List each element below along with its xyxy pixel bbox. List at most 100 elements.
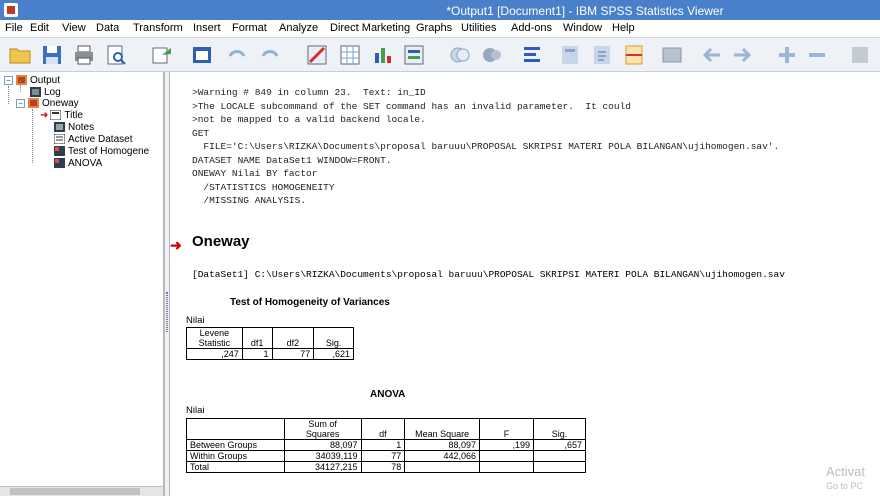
insert-heading-icon[interactable] [520, 43, 544, 67]
menu-edit[interactable]: Edit [30, 22, 49, 34]
select-cases-icon[interactable] [402, 43, 426, 67]
goto-case-icon[interactable] [338, 43, 362, 67]
nav-label-active-dataset: Active Dataset [68, 133, 133, 145]
table-cell: 88,097 [283, 439, 362, 451]
hide-icon[interactable] [480, 43, 504, 67]
current-item-arrow-icon: ➜ [170, 237, 182, 253]
table-cell: 77 [271, 348, 315, 360]
forward-icon[interactable] [730, 43, 754, 67]
show-icon[interactable] [848, 43, 872, 67]
nav-label-output: Output [30, 74, 61, 86]
scrollbar-thumb[interactable] [10, 488, 140, 495]
menu-file[interactable]: File [5, 22, 23, 34]
menu-help[interactable]: Help [612, 22, 635, 34]
log-line: DATASET NAME DataSet1 WINDOW=FRONT. [192, 154, 392, 166]
table-cell: 1 [360, 439, 406, 451]
nav-label-notes: Notes [68, 121, 95, 133]
log-line: GET [192, 127, 210, 139]
recall-dialog-icon[interactable] [190, 43, 214, 67]
insert-page-break-icon[interactable] [622, 43, 646, 67]
section-heading[interactable]: Oneway [192, 233, 250, 250]
export-icon[interactable] [150, 43, 174, 67]
column-header: Sum of Squares [283, 418, 362, 440]
column-header: Sig. [313, 327, 354, 349]
table-cell: 77 [360, 450, 406, 462]
homogeneity-table-title: Test of Homogeneity of Variances [230, 297, 390, 308]
menu-add-ons[interactable]: Add-ons [511, 22, 552, 34]
menu-insert[interactable]: Insert [193, 22, 221, 34]
output-content-pane: >Warning # 849 in column 23. Text: in_ID… [170, 72, 880, 496]
table-cell: ,657 [533, 439, 586, 451]
menu-direct-marketing[interactable]: Direct Marketing [330, 22, 410, 34]
save-icon[interactable] [40, 43, 64, 67]
menu-bar: File Edit View Data Transform Insert For… [0, 20, 880, 38]
table-cell [533, 461, 586, 473]
log-line: >Warning # 849 in column 23. Text: in_ID [192, 87, 426, 98]
menu-graphs[interactable]: Graphs [416, 22, 452, 34]
table-cell [404, 461, 481, 473]
menu-utilities[interactable]: Utilities [461, 22, 496, 34]
nav-item-test-of-homogeneity[interactable]: Test of Homogene [54, 145, 149, 157]
table-cell: ,621 [313, 348, 354, 360]
toolbar [0, 38, 880, 72]
oneway-collapse-toggle[interactable]: − [16, 99, 25, 108]
table-row: ,247 1 77 ,621 [186, 348, 354, 360]
nav-item-output[interactable]: Output [16, 74, 60, 86]
open-folder-icon[interactable] [8, 43, 32, 67]
nav-label-log: Log [44, 86, 61, 98]
nav-item-anova[interactable]: ANOVA [54, 157, 102, 169]
column-header: df1 [241, 327, 273, 349]
menu-view[interactable]: View [62, 22, 86, 34]
menu-data[interactable]: Data [96, 22, 119, 34]
anova-table-title: ANOVA [370, 389, 406, 400]
row-label: Within Groups [186, 450, 285, 462]
column-header: df2 [271, 327, 315, 349]
output-collapse-toggle[interactable]: − [4, 76, 13, 85]
table-cell: 78 [360, 461, 406, 473]
back-icon[interactable] [700, 43, 724, 67]
insert-text-icon[interactable] [590, 43, 614, 67]
show-all-icon[interactable] [448, 43, 472, 67]
row-label: Between Groups [186, 439, 285, 451]
nav-item-title[interactable]: ➜ Title [40, 109, 83, 121]
undo-icon[interactable] [225, 43, 249, 67]
notes-icon [54, 122, 65, 132]
outline-pane: − Output Log − Oneway ➜ Title Notes Acti… [0, 72, 164, 496]
dataset-line[interactable]: [DataSet1] C:\Users\RIZKA\Documents\prop… [192, 269, 785, 280]
table-row: Within Groups 34039,119 77 442,066 [186, 450, 586, 462]
nav-item-active-dataset[interactable]: Active Dataset [54, 133, 132, 145]
nav-label-anova: ANOVA [68, 157, 103, 169]
title-icon [50, 110, 62, 120]
redo-icon[interactable] [258, 43, 282, 67]
title-bar: *Output1 [Document1] - IBM SPSS Statisti… [0, 0, 880, 20]
goto-data-icon[interactable] [305, 43, 329, 67]
column-header: F [479, 418, 535, 440]
menu-window[interactable]: Window [563, 22, 602, 34]
designate-window-icon[interactable] [660, 43, 684, 67]
print-icon[interactable] [72, 43, 96, 67]
table-cell [533, 450, 586, 462]
table-row: Between Groups 88,097 1 88,097 ,199 ,657 [186, 439, 586, 451]
homogeneity-table[interactable]: Levene Statistic df1 df2 Sig. ,247 1 77 … [186, 327, 354, 360]
anova-table[interactable]: Sum of Squares df Mean Square F Sig. Bet… [186, 418, 586, 473]
log-output: >Warning # 849 in column 23. Text: in_ID… [192, 86, 779, 208]
variables-icon[interactable] [370, 43, 394, 67]
log-line: FILE='C:\Users\RIZKA\Documents\proposal … [192, 141, 780, 152]
menu-format[interactable]: Format [232, 22, 267, 34]
nav-item-notes[interactable]: Notes [54, 121, 94, 133]
windows-activation-watermark: Activat Go to PC [826, 465, 880, 493]
column-header [186, 418, 285, 440]
row-label: Total [186, 461, 285, 473]
insert-title-icon[interactable] [558, 43, 582, 67]
print-preview-icon[interactable] [104, 43, 128, 67]
collapse-icon[interactable] [805, 43, 829, 67]
nav-label-test-of-homogeneity: Test of Homogene [68, 145, 150, 157]
menu-analyze[interactable]: Analyze [279, 22, 318, 34]
outline-horizontal-scrollbar[interactable] [0, 486, 163, 496]
nav-item-oneway[interactable]: Oneway [28, 97, 79, 109]
pivot-table-icon [54, 146, 65, 156]
window-title: *Output1 [Document1] - IBM SPSS Statisti… [446, 4, 724, 18]
expand-icon[interactable] [775, 43, 799, 67]
oneway-book-icon [28, 98, 39, 108]
menu-transform[interactable]: Transform [133, 22, 183, 34]
